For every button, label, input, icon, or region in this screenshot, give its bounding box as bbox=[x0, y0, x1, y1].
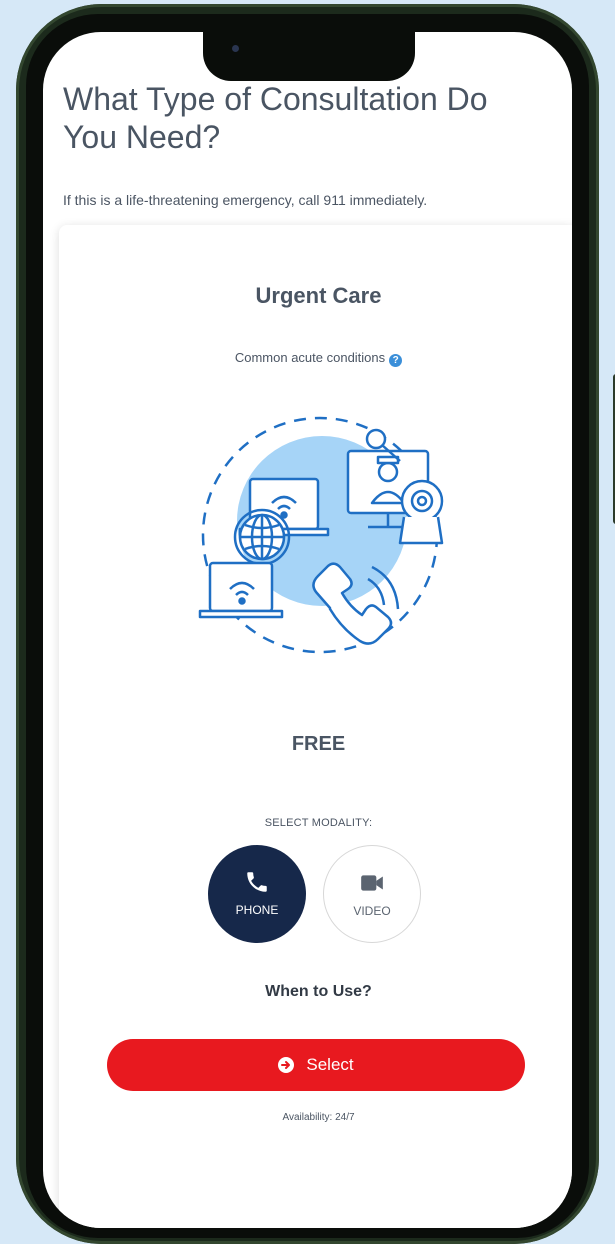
phone-icon bbox=[247, 872, 267, 892]
question-circle-icon[interactable]: ? bbox=[389, 354, 403, 367]
select-button[interactable]: Select bbox=[107, 1039, 525, 1091]
video-camera-icon bbox=[361, 875, 383, 891]
video-modality-label: VIDEO bbox=[353, 904, 391, 918]
when-to-use-link[interactable]: When to Use? bbox=[59, 983, 572, 1001]
video-modality-button[interactable]: VIDEO bbox=[323, 845, 421, 943]
arrow-right-circle-icon bbox=[278, 1057, 295, 1073]
subtitle-text: Common acute conditions bbox=[234, 350, 386, 365]
phone-screen: What Type of Consultation Do You Need? I… bbox=[43, 32, 572, 1228]
telehealth-illustration bbox=[198, 416, 444, 654]
card-subtitle: Common acute conditions? bbox=[59, 350, 572, 367]
phone-notch bbox=[203, 32, 415, 81]
front-camera bbox=[232, 45, 239, 52]
select-button-label: Select bbox=[306, 1055, 354, 1074]
price-label: FREE bbox=[291, 733, 346, 755]
page-title: What Type of Consultation Do You Need? bbox=[63, 81, 488, 155]
card-title: Urgent Care bbox=[255, 283, 382, 308]
phone-modality-button[interactable]: PHONE bbox=[208, 845, 306, 943]
emergency-notice: If this is a life-threatening emergency,… bbox=[63, 192, 428, 208]
availability-text: Availability: 24/7 bbox=[282, 1112, 355, 1123]
phone-modality-label: PHONE bbox=[235, 903, 279, 917]
consultation-card: Urgent Care Common acute conditions? FRE… bbox=[59, 225, 572, 1228]
modality-label: SELECT MODALITY: bbox=[264, 817, 373, 829]
